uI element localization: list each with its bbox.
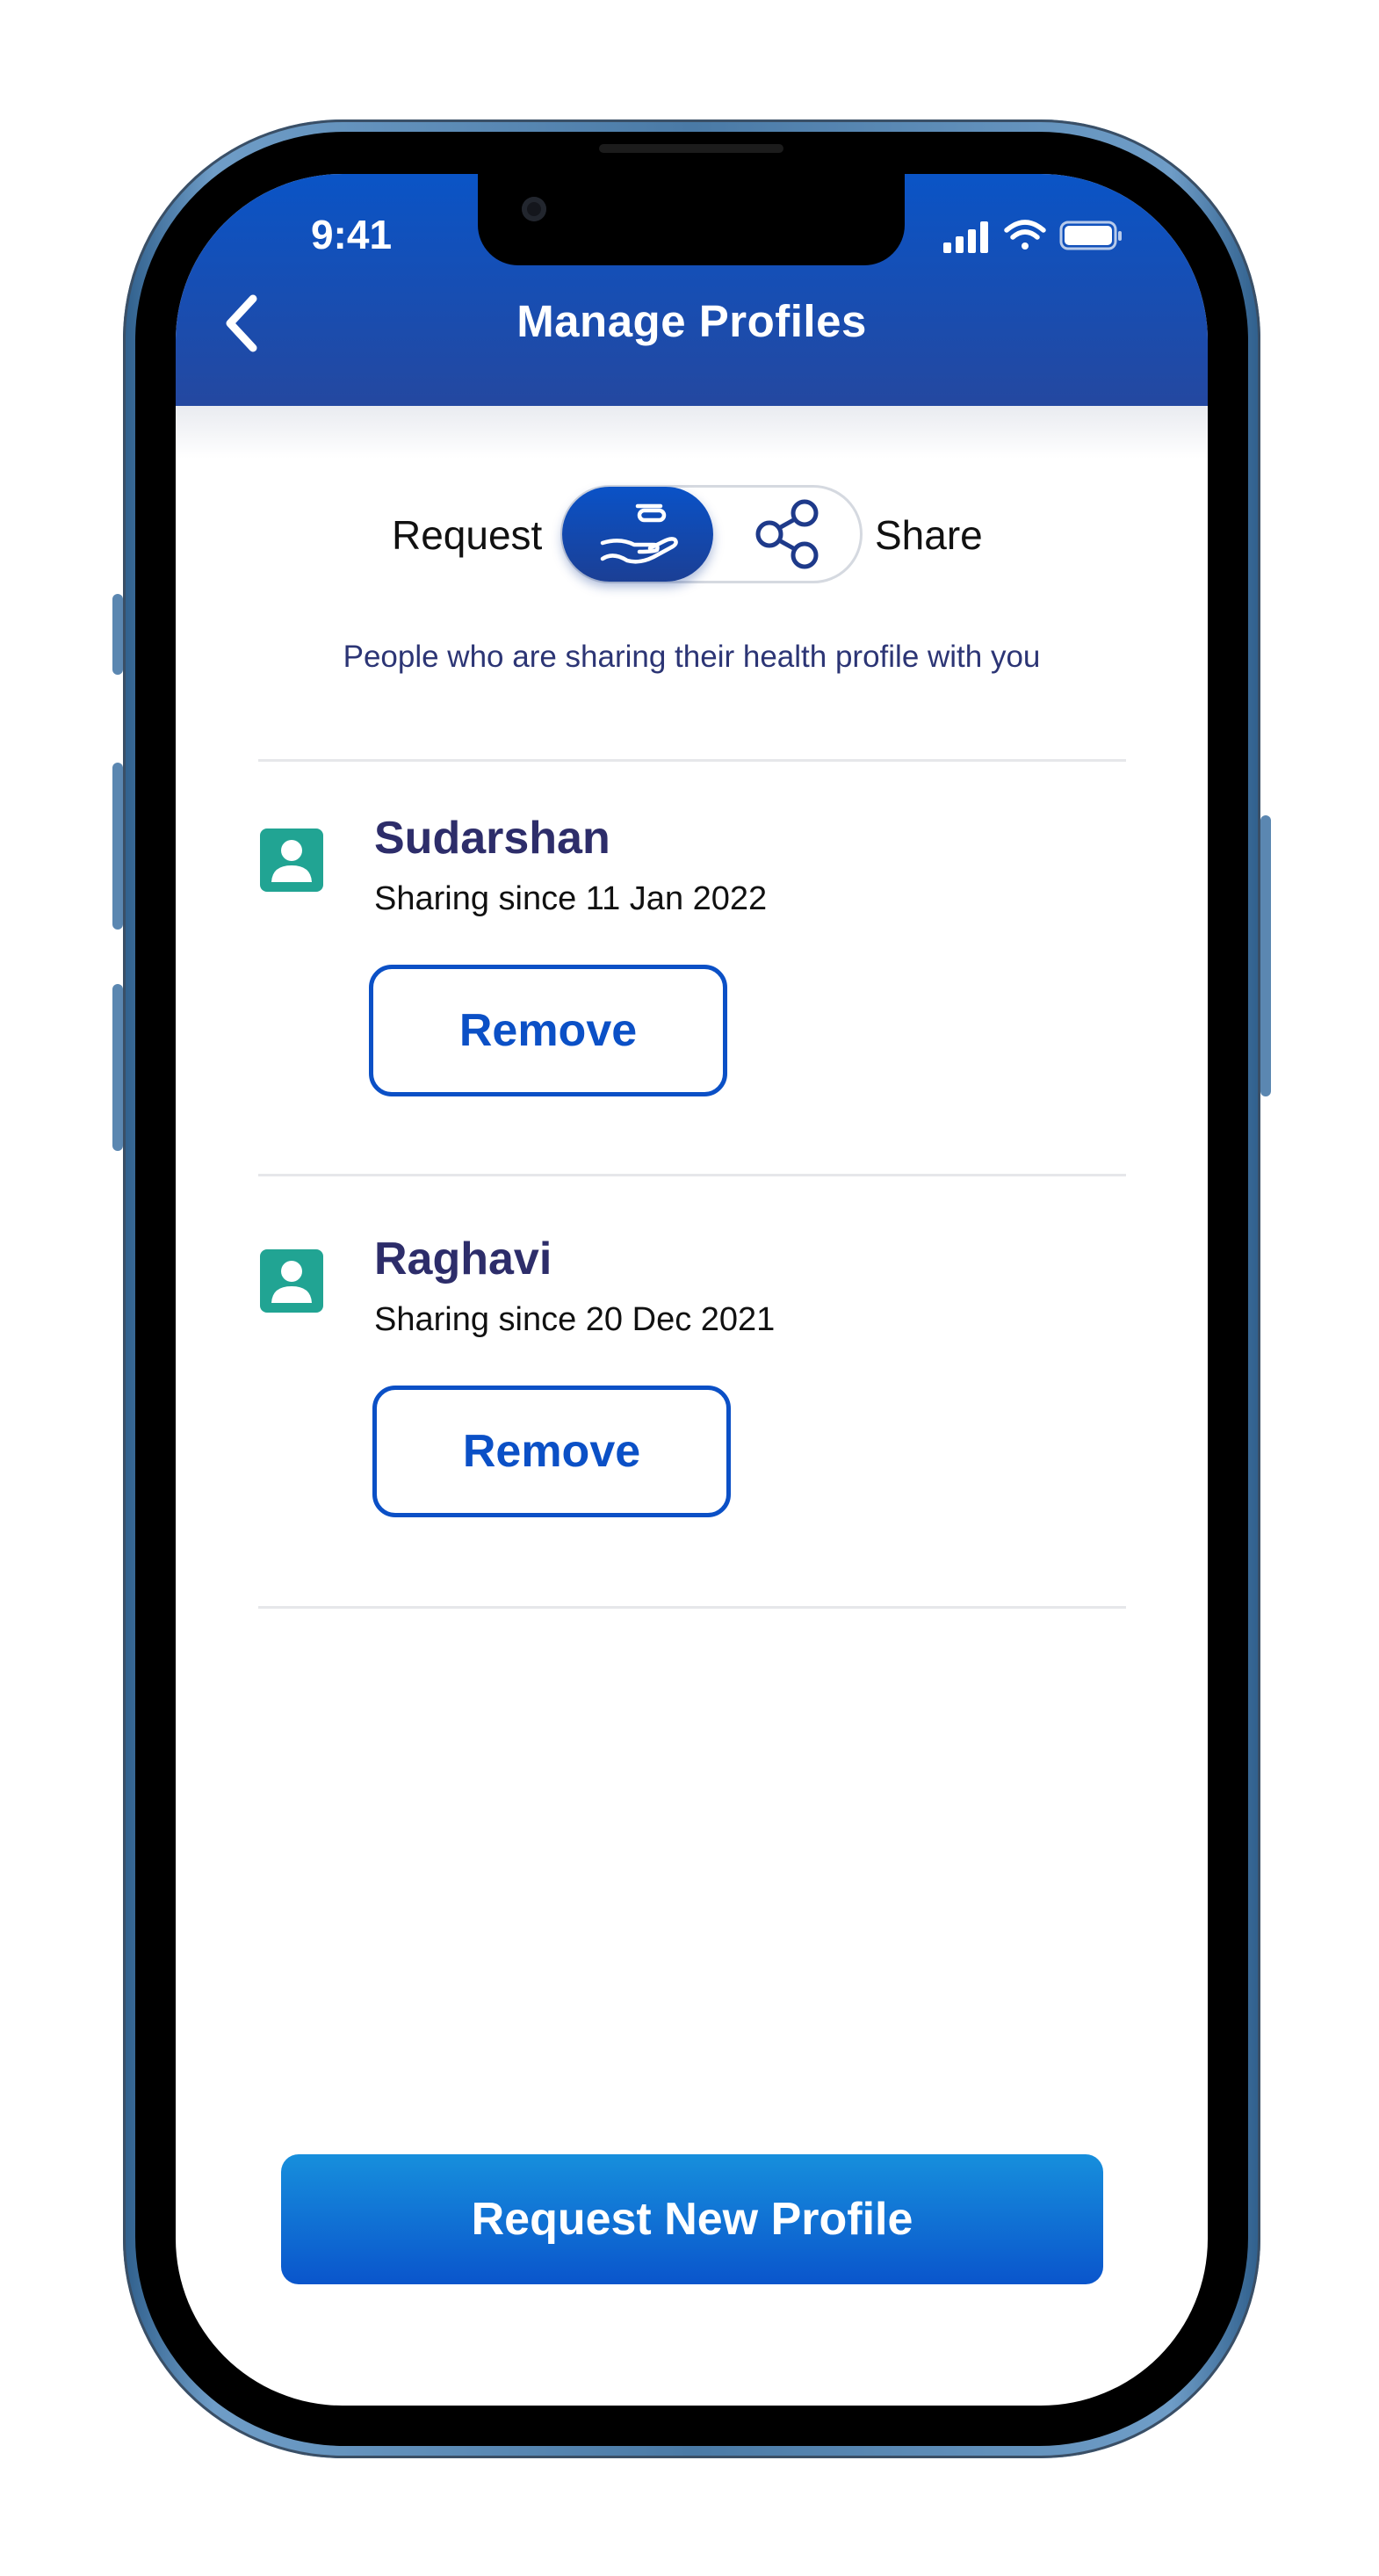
front-camera <box>522 197 546 221</box>
profile-name: Raghavi <box>374 1234 552 1284</box>
request-new-profile-button[interactable]: Request New Profile <box>281 2154 1103 2284</box>
toggle-label-request[interactable]: Request <box>392 511 542 559</box>
toggle-option-share[interactable] <box>747 494 831 575</box>
volume-down-button <box>112 984 123 1151</box>
toggle-knob-request[interactable] <box>562 487 713 582</box>
status-time: 9:41 <box>310 212 393 257</box>
toggle-label-share[interactable]: Share <box>875 511 983 559</box>
profile-sharing-since: Sharing since 20 Dec 2021 <box>374 1301 776 1338</box>
speaker-grille <box>599 144 783 153</box>
divider <box>258 759 1126 762</box>
power-button <box>1260 815 1271 1096</box>
profile-name: Sudarshan <box>374 813 610 864</box>
silent-switch <box>112 594 123 675</box>
notch <box>478 174 905 265</box>
volume-up-button <box>112 763 123 930</box>
screen: 9:41 Manage Profiles Request Share Peopl… <box>176 174 1208 2406</box>
profile-sharing-since: Sharing since 11 Jan 2022 <box>374 880 768 917</box>
chevron-left-icon <box>226 294 257 352</box>
status-icons <box>942 218 1126 253</box>
avatar-icon <box>260 829 323 892</box>
remove-button[interactable]: Remove <box>369 965 727 1096</box>
divider <box>258 1174 1126 1176</box>
remove-button[interactable]: Remove <box>372 1386 731 1517</box>
signal-icon <box>943 221 988 253</box>
hand-receive-icon <box>600 503 678 564</box>
header-shadow <box>176 406 1208 459</box>
avatar-icon <box>260 1249 323 1313</box>
section-subtitle: People who are sharing their health prof… <box>343 640 1041 674</box>
page-title: Manage Profiles <box>516 296 867 346</box>
share-icon <box>755 499 819 569</box>
divider <box>258 1606 1126 1609</box>
wifi-icon <box>1004 220 1046 250</box>
back-button[interactable] <box>214 288 271 358</box>
battery-icon <box>1059 221 1122 250</box>
